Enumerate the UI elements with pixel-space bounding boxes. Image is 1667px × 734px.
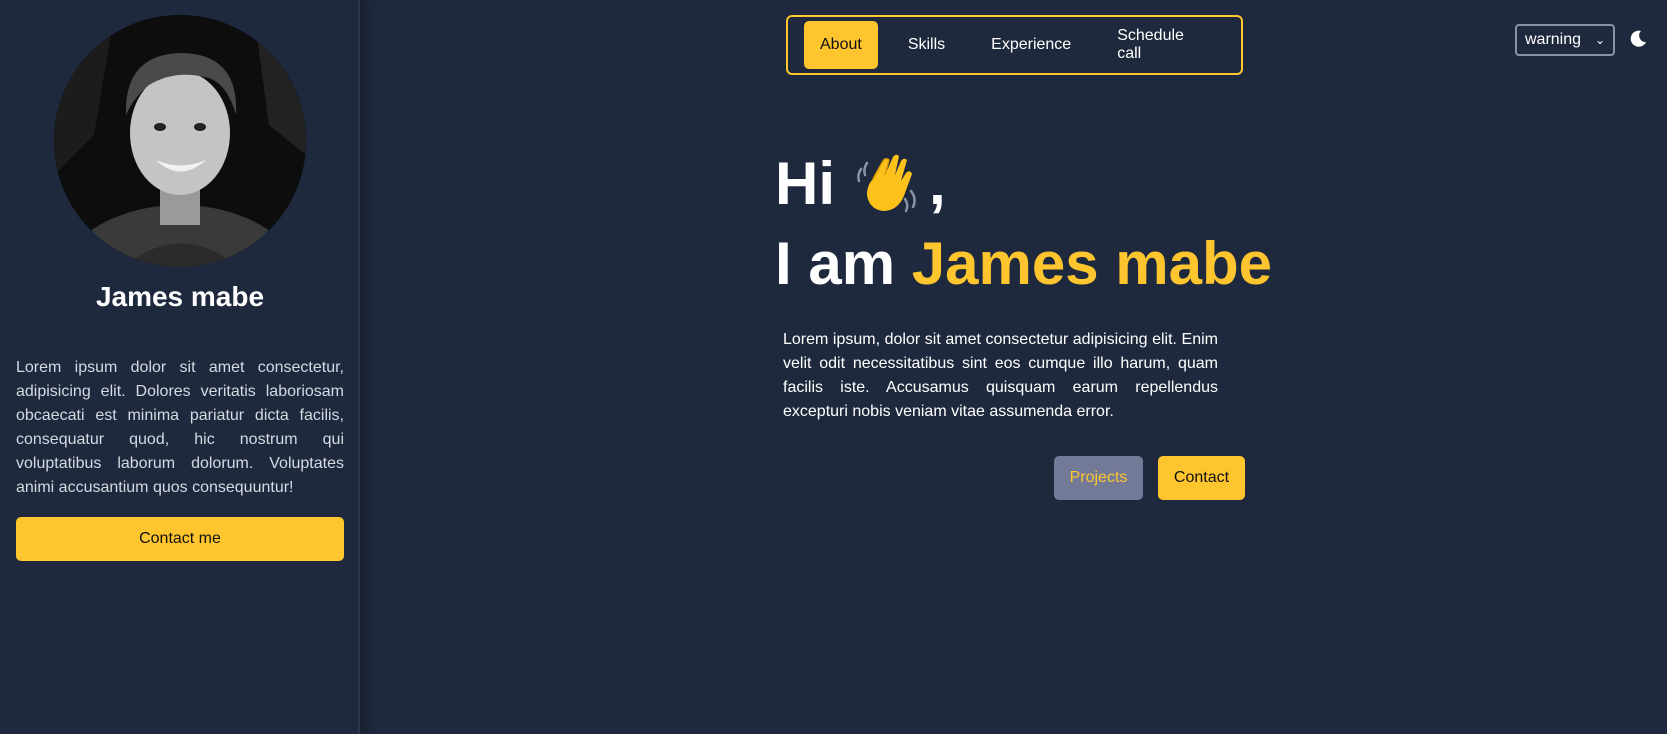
hero-name: James mabe (911, 230, 1272, 297)
sidebar: James mabe Lorem ipsum dolor sit amet co… (0, 0, 360, 734)
greeting-text: Hi (775, 150, 835, 217)
hero-title: I am James mabe (775, 228, 1272, 300)
nav-item-skills[interactable]: Skills (892, 21, 961, 69)
waving-hand-icon (857, 154, 916, 213)
theme-select-value: warning (1525, 31, 1582, 48)
greeting-suffix: , (929, 150, 946, 217)
moon-icon[interactable] (1628, 29, 1648, 49)
profile-name: James mabe (95, 281, 265, 312)
hero-prefix: I am (775, 230, 912, 297)
contact-button[interactable]: Contact (1158, 456, 1245, 500)
profile-bio: Lorem ipsum dolor sit amet consectetur, … (16, 359, 344, 496)
projects-button[interactable]: Projects (1054, 456, 1143, 500)
theme-select[interactable]: warning ⌄ (1515, 24, 1615, 56)
hero-intro: Lorem ipsum, dolor sit amet consectetur … (783, 331, 1218, 420)
top-nav: About Skills Experience Schedule call (786, 15, 1243, 75)
nav-item-schedule-call[interactable]: Schedule call (1101, 21, 1227, 69)
nav-item-experience[interactable]: Experience (975, 21, 1087, 69)
nav-item-about[interactable]: About (804, 21, 878, 69)
chevron-down-icon: ⌄ (1594, 33, 1605, 47)
contact-me-button[interactable]: Contact me (16, 517, 344, 561)
hero-greeting: Hi , (775, 148, 946, 220)
avatar (54, 15, 306, 267)
